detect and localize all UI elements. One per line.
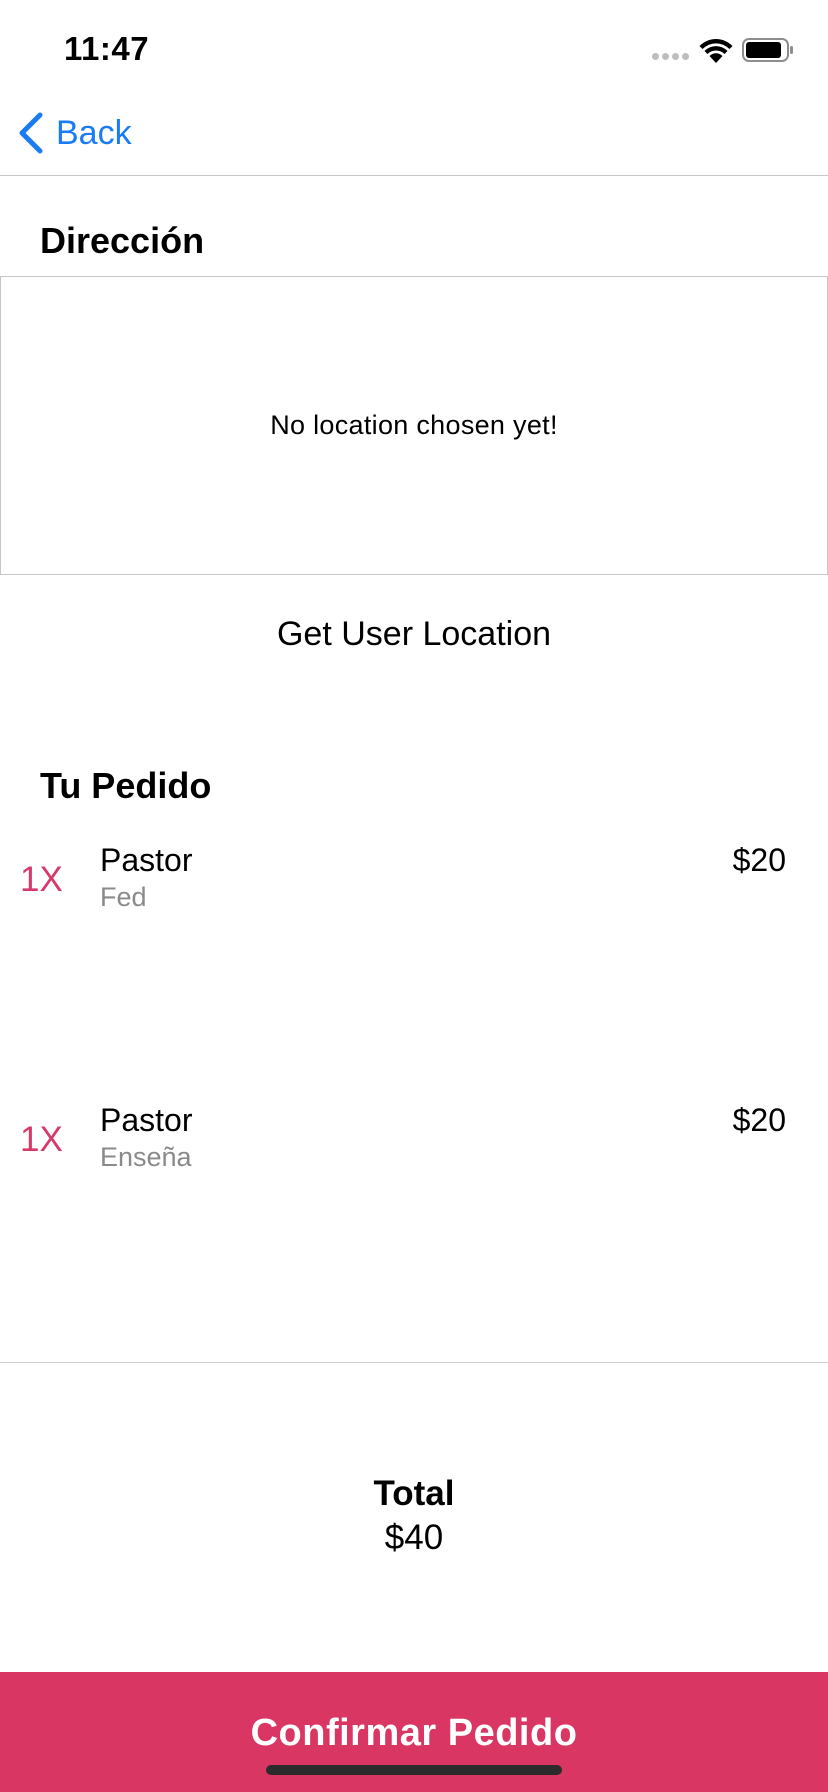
navigation-bar: Back bbox=[0, 96, 828, 176]
home-indicator[interactable] bbox=[266, 1765, 562, 1775]
cellular-signal-icon bbox=[652, 53, 692, 63]
map-preview: No location chosen yet! bbox=[0, 276, 828, 575]
map-placeholder-text: No location chosen yet! bbox=[270, 410, 558, 440]
item-name: Pastor bbox=[100, 842, 193, 878]
wifi-icon bbox=[699, 39, 733, 63]
item-note: Enseña bbox=[100, 1142, 192, 1172]
order-item: 1X Pastor Enseña $20 bbox=[0, 1098, 828, 1198]
battery-icon bbox=[742, 38, 793, 62]
order-total: Total $40 bbox=[0, 1474, 828, 1558]
total-label: Total bbox=[373, 1474, 455, 1513]
item-price: $20 bbox=[732, 842, 786, 878]
back-button-label: Back bbox=[56, 113, 132, 152]
confirm-order-label: Confirmar Pedido bbox=[250, 1712, 578, 1754]
item-name: Pastor bbox=[100, 1102, 193, 1138]
order-confirmation-screen: 11:47 Back Dirección No location chosen … bbox=[0, 0, 828, 1792]
item-price: $20 bbox=[732, 1102, 786, 1138]
item-note: Fed bbox=[100, 882, 147, 912]
order-item: 1X Pastor Fed $20 bbox=[0, 838, 828, 938]
total-divider bbox=[0, 1362, 828, 1363]
order-section-title: Tu Pedido bbox=[40, 765, 212, 806]
status-time: 11:47 bbox=[64, 30, 150, 67]
address-section-title: Dirección bbox=[40, 220, 205, 261]
back-button[interactable]: Back bbox=[16, 108, 132, 158]
chevron-left-icon bbox=[19, 112, 43, 154]
status-bar: 11:47 bbox=[0, 0, 828, 96]
item-quantity: 1X bbox=[20, 860, 63, 899]
get-user-location-button[interactable]: Get User Location bbox=[214, 604, 614, 664]
item-quantity: 1X bbox=[20, 1120, 63, 1159]
total-value: $40 bbox=[384, 1518, 444, 1557]
